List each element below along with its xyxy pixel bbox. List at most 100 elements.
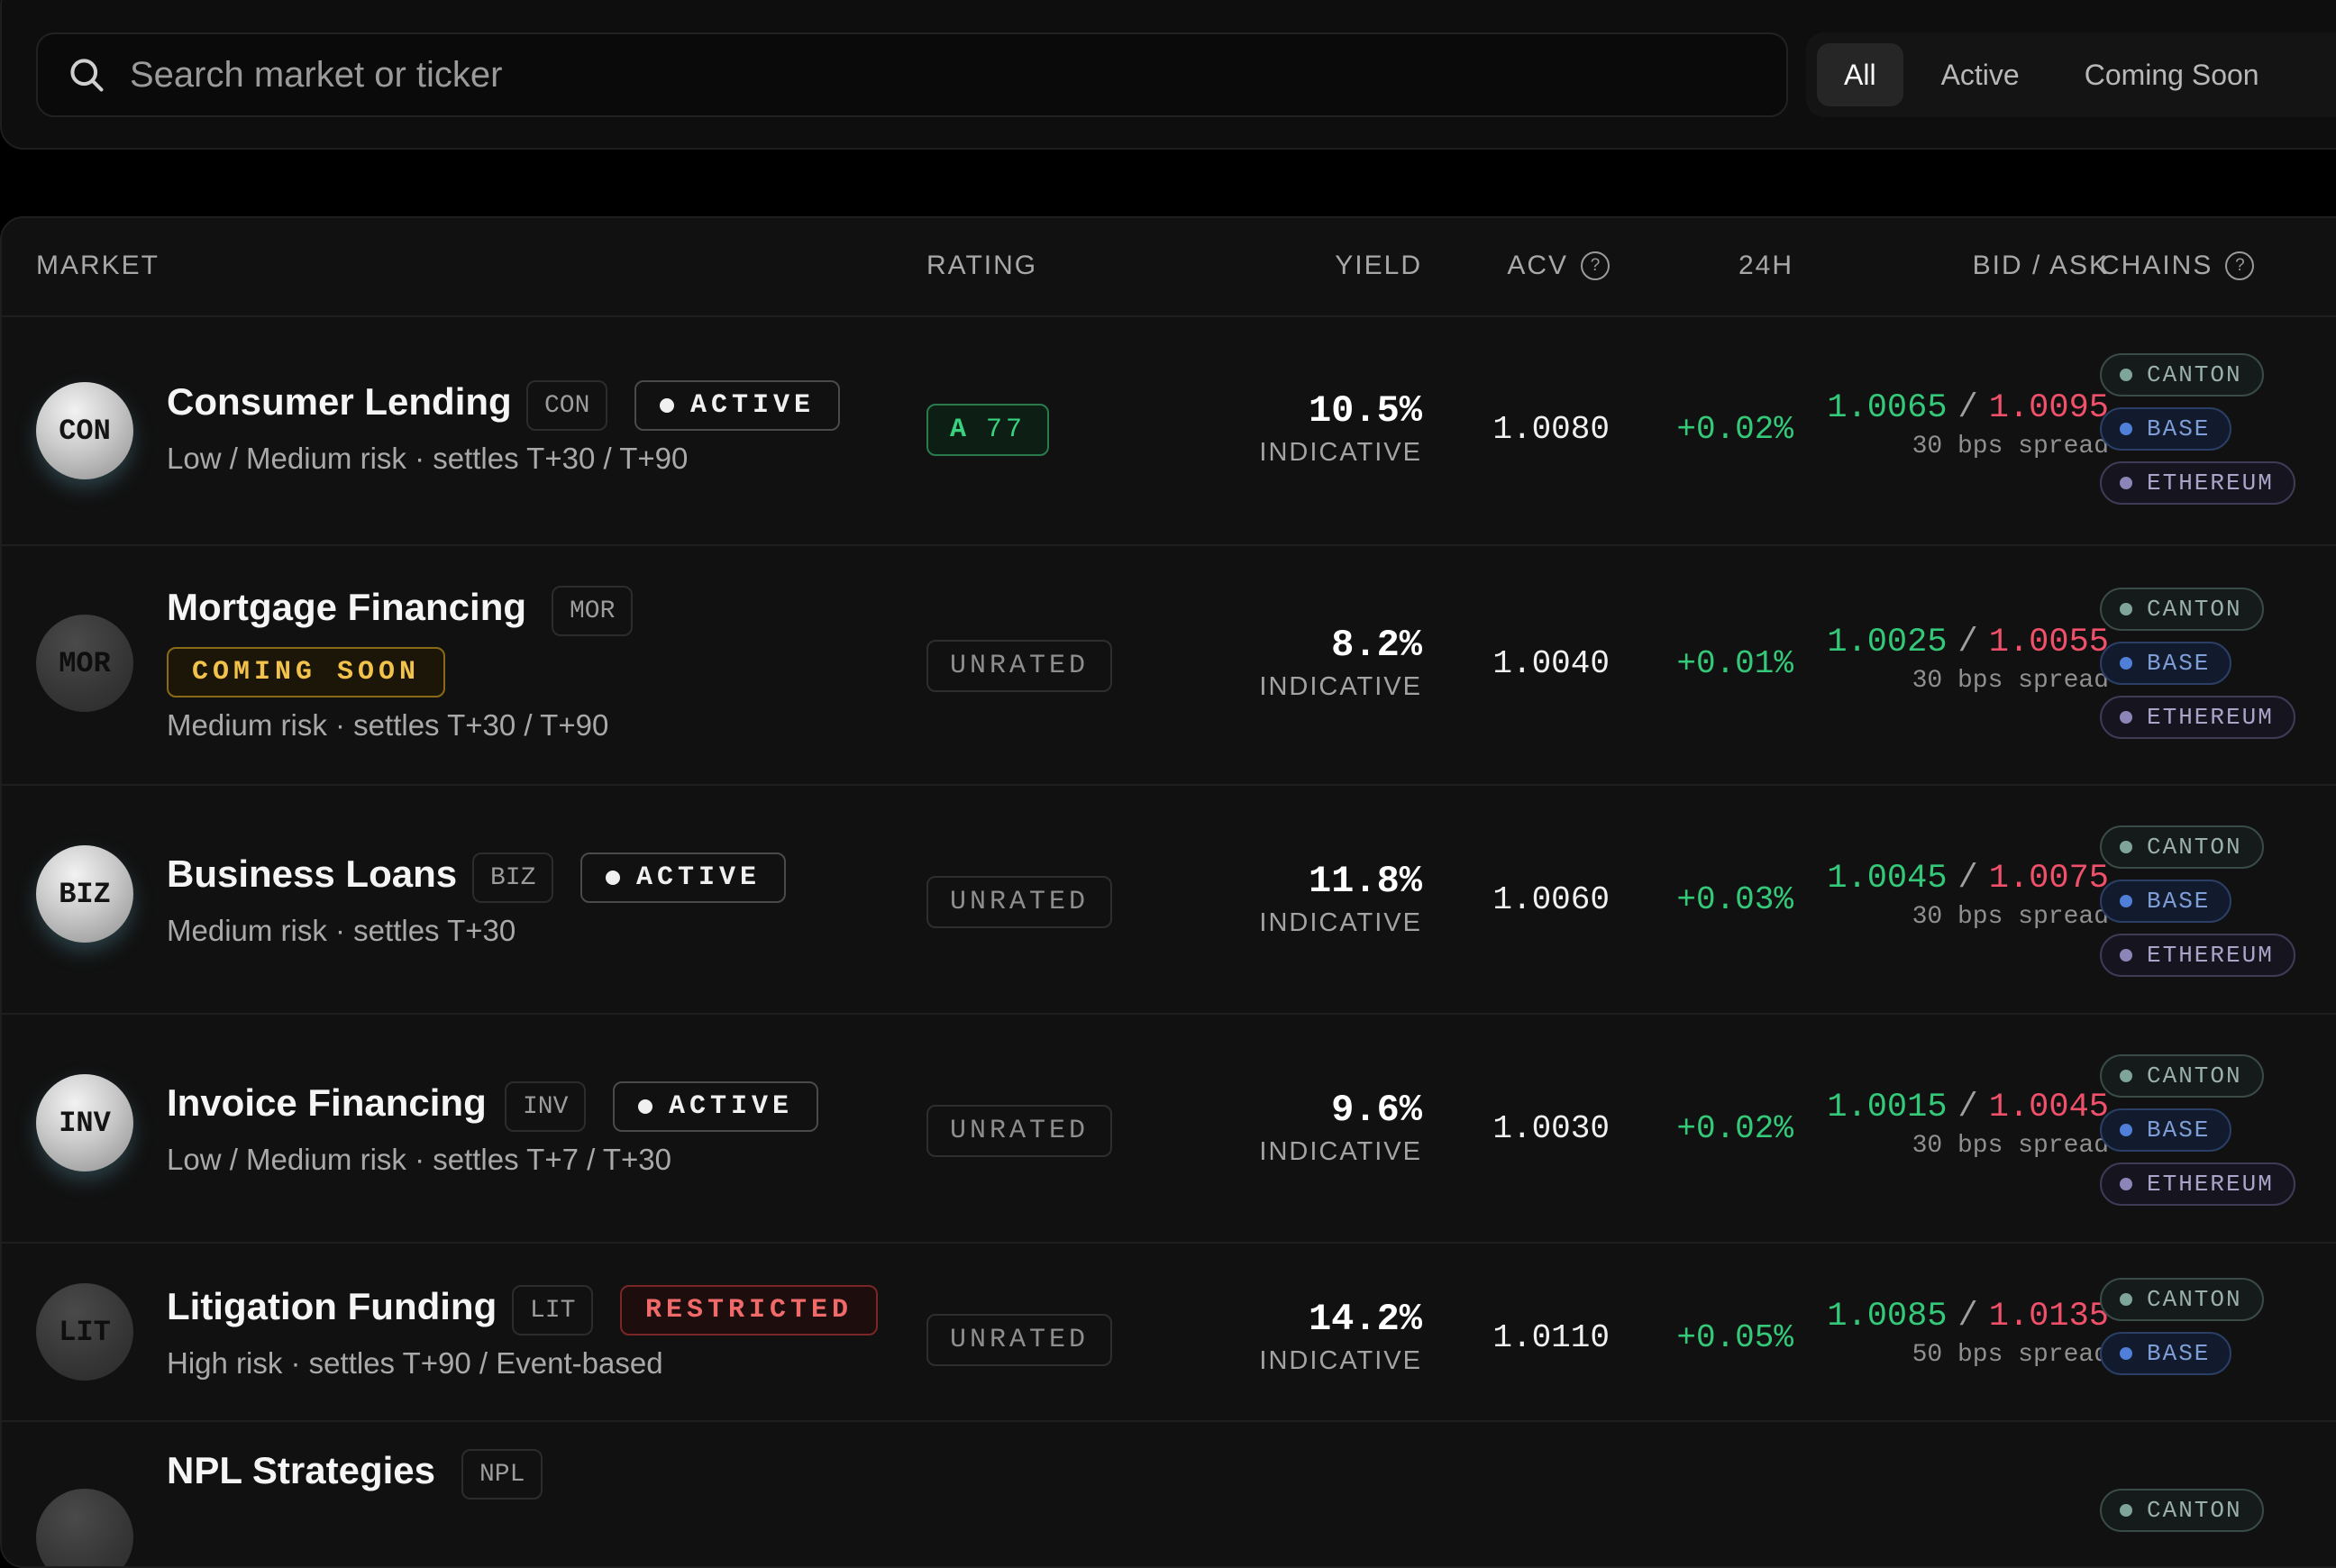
bid-ask-separator: / bbox=[1957, 1298, 1978, 1336]
market-name[interactable]: Mortgage Financing bbox=[167, 586, 526, 629]
col-acv-label: ACV bbox=[1507, 251, 1568, 280]
yield-label: INDICATIVE bbox=[1259, 672, 1422, 701]
status-label: ACTIVE bbox=[669, 1091, 794, 1122]
search-input[interactable] bbox=[128, 53, 1664, 96]
chain-label: BASE bbox=[2147, 1117, 2211, 1144]
market-name[interactable]: Invoice Financing bbox=[167, 1081, 487, 1125]
chain-label: CANTON bbox=[2147, 834, 2242, 861]
change-24h: +0.03% bbox=[1676, 881, 1793, 918]
yield-cell: 14.2% INDICATIVE bbox=[1259, 1298, 1422, 1376]
status-filter-tabs: All Active Coming Soon bbox=[1806, 32, 2336, 117]
market-name[interactable]: NPL Strategies bbox=[167, 1449, 435, 1492]
filter-active[interactable]: Active bbox=[1914, 43, 2047, 106]
yield-cell: 9.6% INDICATIVE bbox=[1259, 1089, 1422, 1167]
rating-label: UNRATED bbox=[950, 651, 1090, 681]
rating-grade: A bbox=[950, 415, 971, 445]
spread-label: 50 bps spread bbox=[1912, 1341, 2109, 1369]
ask-price: 1.0095 bbox=[1988, 389, 2109, 427]
chain-label: CANTON bbox=[2147, 596, 2242, 623]
chain-label: ETHEREUM bbox=[2147, 942, 2274, 969]
market-description: Low / Medium risk · settles T+30 / T+90 bbox=[167, 442, 689, 475]
bid-ask-cell: 1.0045/ 1.0075 30 bps spread bbox=[1827, 860, 2109, 931]
col-market-label: MARKET bbox=[36, 251, 160, 280]
acv-value: 1.0060 bbox=[1492, 881, 1610, 918]
table-row[interactable]: LIT Litigation Funding LIT RESTRICTED Hi… bbox=[2, 1244, 2336, 1422]
status-label: ACTIVE bbox=[636, 862, 762, 893]
chain-dot-icon bbox=[2120, 711, 2132, 724]
col-yield[interactable]: YIELD bbox=[1335, 251, 1422, 281]
col-bid-ask[interactable]: BID / ASK bbox=[1973, 251, 2109, 281]
filter-all[interactable]: All bbox=[1817, 43, 1903, 106]
table-row[interactable]: NPL Strategies NPL CANTON bbox=[2, 1422, 2336, 1566]
chain-dot-icon bbox=[2120, 423, 2132, 435]
col-acv[interactable]: ACV? bbox=[1507, 251, 1610, 281]
yield-value: 14.2% bbox=[1308, 1298, 1422, 1341]
rating-badge: UNRATED bbox=[926, 1314, 1113, 1366]
chain-dot-icon bbox=[2120, 1293, 2132, 1306]
market-name[interactable]: Litigation Funding bbox=[167, 1285, 497, 1328]
yield-label: INDICATIVE bbox=[1259, 1137, 1422, 1166]
market-name[interactable]: Business Loans bbox=[167, 852, 457, 896]
ask-price: 1.0075 bbox=[1988, 860, 2109, 898]
col-yield-label: YIELD bbox=[1335, 251, 1422, 280]
spread-label: 30 bps spread bbox=[1912, 433, 2109, 460]
bid-ask-separator: / bbox=[1957, 1089, 1978, 1126]
rating-badge: UNRATED bbox=[926, 1105, 1113, 1157]
rating-badge: A 77 bbox=[926, 404, 1050, 456]
chain-list: CANTON BASE ETHEREUM bbox=[2100, 825, 2295, 988]
status-label: ACTIVE bbox=[690, 390, 816, 421]
bid-ask-cell: 1.0085/ 1.0135 50 bps spread bbox=[1827, 1298, 2109, 1369]
chain-dot-icon bbox=[2120, 1347, 2132, 1360]
yield-value: 11.8% bbox=[1308, 860, 1422, 903]
market-avatar: CON bbox=[36, 382, 133, 479]
ticker-badge: MOR bbox=[552, 586, 634, 636]
market-name[interactable]: Consumer Lending bbox=[167, 380, 512, 424]
col-24h-label: 24H bbox=[1738, 251, 1793, 280]
bid-ask-cell: 1.0015/ 1.0045 30 bps spread bbox=[1827, 1089, 2109, 1160]
status-dot-icon bbox=[660, 398, 674, 413]
yield-label: INDICATIVE bbox=[1259, 908, 1422, 937]
chain-label: CANTON bbox=[2147, 361, 2242, 388]
chain-badge-canton: CANTON bbox=[2100, 353, 2264, 397]
chain-badge-ethereum: ETHEREUM bbox=[2100, 934, 2295, 977]
chain-list: CANTON BASE bbox=[2100, 1278, 2264, 1386]
market-description: Medium risk · settles T+30 / T+90 bbox=[167, 708, 609, 742]
col-chains[interactable]: CHAINS? bbox=[2100, 251, 2255, 281]
yield-value: 8.2% bbox=[1331, 624, 1422, 667]
bid-ask-separator: / bbox=[1957, 389, 1978, 427]
acv-help-icon[interactable]: ? bbox=[1581, 251, 1610, 280]
table-row[interactable]: CON Consumer Lending CON ACTIVE Low / Me… bbox=[2, 317, 2336, 546]
table-row[interactable]: MOR Mortgage Financing MOR COMING SOON M… bbox=[2, 546, 2336, 786]
col-rating[interactable]: RATING bbox=[926, 251, 1037, 281]
table-row[interactable]: INV Invoice Financing INV ACTIVE Low / M… bbox=[2, 1015, 2336, 1244]
rating-badge: UNRATED bbox=[926, 876, 1113, 928]
yield-label: INDICATIVE bbox=[1259, 438, 1422, 467]
chain-dot-icon bbox=[2120, 895, 2132, 907]
chain-label: CANTON bbox=[2147, 1062, 2242, 1089]
spread-label: 30 bps spread bbox=[1912, 667, 2109, 695]
bid-price: 1.0085 bbox=[1827, 1298, 1948, 1336]
chain-list: CANTON BASE ETHEREUM bbox=[2100, 588, 2295, 750]
status-label: RESTRICTED bbox=[645, 1295, 853, 1326]
filter-coming-soon[interactable]: Coming Soon bbox=[2058, 43, 2286, 106]
chain-badge-base: BASE bbox=[2100, 1108, 2232, 1152]
market-description: Medium risk · settles T+30 bbox=[167, 914, 516, 947]
chain-dot-icon bbox=[2120, 369, 2132, 381]
rating-score: 77 bbox=[986, 415, 1027, 445]
status-badge: ACTIVE bbox=[634, 380, 841, 431]
spread-label: 30 bps spread bbox=[1912, 903, 2109, 931]
col-24h[interactable]: 24H bbox=[1738, 251, 1793, 281]
col-market[interactable]: MARKET bbox=[36, 251, 160, 281]
chains-help-icon[interactable]: ? bbox=[2225, 251, 2255, 280]
yield-value: 10.5% bbox=[1308, 389, 1422, 433]
change-24h: +0.02% bbox=[1676, 1110, 1793, 1147]
ask-price: 1.0045 bbox=[1988, 1089, 2109, 1126]
chain-dot-icon bbox=[2120, 841, 2132, 853]
status-badge: ACTIVE bbox=[613, 1081, 819, 1132]
yield-cell: 11.8% INDICATIVE bbox=[1259, 860, 1422, 938]
col-bid-ask-label: BID / ASK bbox=[1972, 251, 2109, 280]
acv-value: 1.0030 bbox=[1492, 1110, 1610, 1147]
chain-badge-base: BASE bbox=[2100, 880, 2232, 923]
search-box[interactable] bbox=[36, 32, 1788, 117]
table-row[interactable]: BIZ Business Loans BIZ ACTIVE Medium ris… bbox=[2, 786, 2336, 1015]
